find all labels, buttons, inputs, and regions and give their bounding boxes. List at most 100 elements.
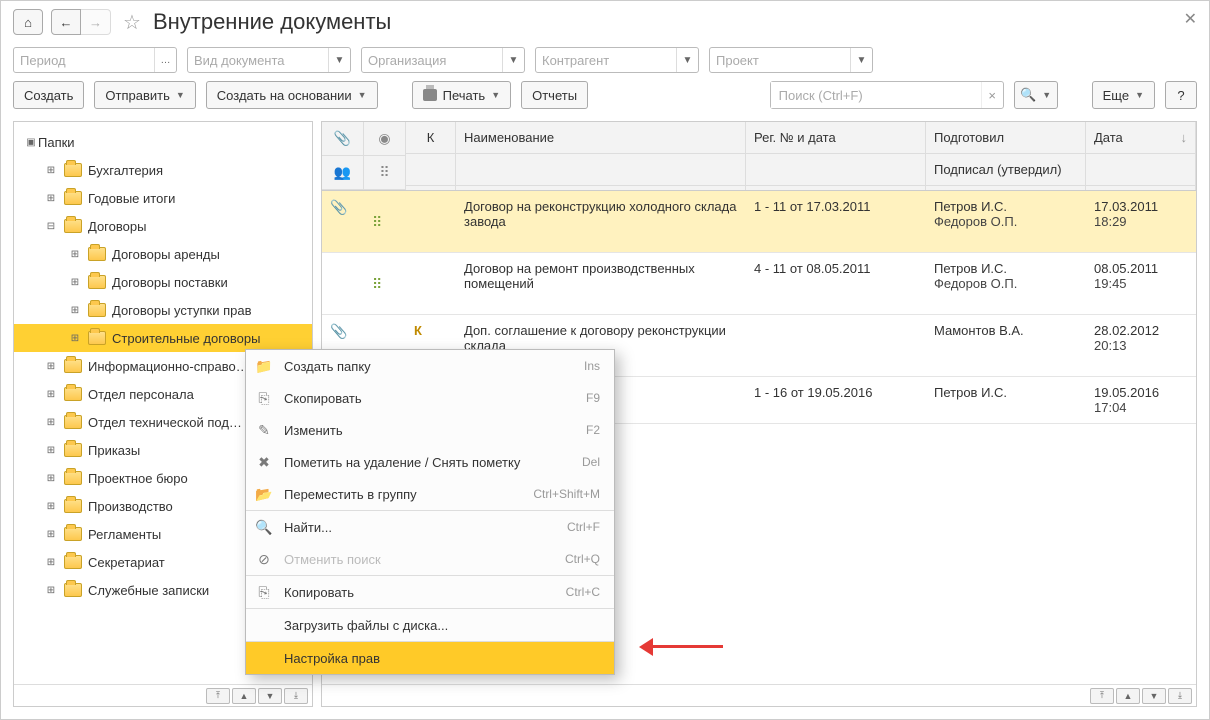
context-menu-item[interactable]: ⎘СкопироватьF9: [246, 382, 614, 414]
back-button[interactable]: ←: [51, 9, 81, 35]
tree-item[interactable]: ⊞Строительные договоры: [14, 324, 312, 352]
chevron-down-icon[interactable]: ▼: [502, 48, 524, 72]
cell-time: 19:45: [1094, 276, 1188, 291]
filter-project[interactable]: ▼: [709, 47, 873, 73]
chevron-down-icon[interactable]: ▼: [676, 48, 698, 72]
search-icon: 🔍: [1020, 87, 1036, 103]
ellipsis-icon[interactable]: …: [154, 48, 176, 72]
scroll-down-icon[interactable]: ▼: [258, 688, 282, 704]
search-input[interactable]: ×: [770, 81, 1004, 109]
folder-icon: [64, 471, 82, 485]
menu-item-shortcut: Del: [582, 455, 600, 469]
scroll-top-icon[interactable]: ⤒: [206, 688, 230, 704]
folder-icon: [64, 359, 82, 373]
context-menu-item[interactable]: 📁Создать папкуIns: [246, 350, 614, 382]
tree-item-label: Отдел технической под…: [88, 415, 242, 430]
tree-item-label: Строительные договоры: [112, 331, 260, 346]
home-button[interactable]: ⌂: [13, 9, 43, 35]
context-menu-item[interactable]: ✖Пометить на удаление / Снять пометкуDel: [246, 446, 614, 478]
scroll-top-icon[interactable]: ⤒: [1090, 688, 1114, 704]
chevron-down-icon[interactable]: ▼: [850, 48, 872, 72]
close-icon[interactable]: ✕: [1184, 9, 1197, 29]
tree-item[interactable]: ⊞Годовые итоги: [14, 184, 312, 212]
menu-item-label: Настройка прав: [284, 651, 600, 666]
context-menu-item[interactable]: Загрузить файлы с диска...: [246, 609, 614, 641]
cell-signed: Федоров О.П.: [934, 214, 1078, 229]
search-button[interactable]: 🔍▼: [1014, 81, 1058, 109]
folder-icon: [64, 443, 82, 457]
column-signed[interactable]: Подписал (утвердил): [926, 154, 1085, 186]
cell-signed: Федоров О.П.: [934, 276, 1078, 291]
star-icon[interactable]: ☆: [123, 10, 141, 35]
reports-button[interactable]: Отчеты: [521, 81, 588, 109]
folder-icon: [64, 583, 82, 597]
print-button[interactable]: Печать▼: [412, 81, 512, 109]
scroll-down-icon[interactable]: ▼: [1142, 688, 1166, 704]
column-prepared[interactable]: Подготовил: [926, 122, 1085, 154]
menu-item-label: Переместить в группу: [284, 487, 533, 502]
filter-counterparty[interactable]: ▼: [535, 47, 699, 73]
folder-icon: [64, 555, 82, 569]
tree-item[interactable]: ⊞Договоры аренды: [14, 240, 312, 268]
column-k[interactable]: К: [406, 122, 455, 154]
create-based-button[interactable]: Создать на основании▼: [206, 81, 378, 109]
printer-icon: [423, 89, 437, 101]
folder-icon: [64, 415, 82, 429]
attachment-icon: 📎: [330, 323, 347, 339]
column-regno[interactable]: Рег. № и дата: [746, 122, 925, 154]
tree-scroll-buttons: ⤒ ▲ ▼ ⤓: [14, 684, 312, 706]
hierarchy-icon: ⠿: [372, 214, 382, 230]
tree-item-label: Регламенты: [88, 527, 161, 542]
menu-item-shortcut: F9: [586, 391, 600, 405]
clear-search-icon[interactable]: ×: [981, 82, 1003, 108]
context-menu-item: ⊘Отменить поискCtrl+Q: [246, 543, 614, 575]
hierarchy-icon: ⠿: [379, 164, 389, 180]
cell-name: Договор на реконструкцию холодного склад…: [464, 199, 738, 229]
scroll-up-icon[interactable]: ▲: [1116, 688, 1140, 704]
tree-item[interactable]: ⊞Договоры поставки: [14, 268, 312, 296]
folder-context-menu: 📁Создать папкуIns⎘СкопироватьF9✎Изменить…: [245, 349, 615, 675]
table-row[interactable]: 📎 ⠿ Договор на реконструкцию холодного с…: [322, 191, 1196, 253]
create-button[interactable]: Создать: [13, 81, 84, 109]
table-row[interactable]: ⠿ Договор на ремонт производственных пом…: [322, 253, 1196, 315]
context-menu-item[interactable]: 🔍Найти...Ctrl+F: [246, 511, 614, 543]
context-menu-item[interactable]: ✎ИзменитьF2: [246, 414, 614, 446]
folder-icon: [88, 303, 106, 317]
column-name[interactable]: Наименование: [456, 122, 745, 154]
tree-root[interactable]: ▣Папки: [14, 128, 312, 156]
tree-item-label: Приказы: [88, 443, 140, 458]
tree-item[interactable]: ⊞Договоры уступки прав: [14, 296, 312, 324]
folder-icon: [64, 163, 82, 177]
chevron-down-icon[interactable]: ▼: [328, 48, 350, 72]
filter-org[interactable]: ▼: [361, 47, 525, 73]
tree-item-label: Проектное бюро: [88, 471, 188, 486]
column-date[interactable]: Дата ↓: [1086, 122, 1195, 154]
cell-regno: 4 - 11 от 08.05.2011: [754, 261, 918, 276]
scroll-bottom-icon[interactable]: ⤓: [284, 688, 308, 704]
help-button[interactable]: ?: [1165, 81, 1197, 109]
context-menu-item[interactable]: 📂Переместить в группуCtrl+Shift+M: [246, 478, 614, 510]
folder-icon: [64, 527, 82, 541]
tree-item-label: Отдел персонала: [88, 387, 194, 402]
tree-item[interactable]: ⊟Договоры: [14, 212, 312, 240]
cell-date: 17.03.2011: [1094, 199, 1188, 214]
scroll-bottom-icon[interactable]: ⤓: [1168, 688, 1192, 704]
filter-period[interactable]: …: [13, 47, 177, 73]
forward-button[interactable]: →: [81, 9, 111, 35]
tree-item-label: Бухгалтерия: [88, 163, 163, 178]
scroll-up-icon[interactable]: ▲: [232, 688, 256, 704]
menu-item-label: Отменить поиск: [284, 552, 565, 567]
context-menu-item[interactable]: Настройка прав: [246, 642, 614, 674]
menu-item-label: Пометить на удаление / Снять пометку: [284, 455, 582, 470]
context-menu-item[interactable]: ⎘КопироватьCtrl+C: [246, 576, 614, 608]
more-button[interactable]: Еще▼: [1092, 81, 1155, 109]
cell-date: 19.05.2016: [1094, 385, 1188, 400]
tree-item-label: Договоры аренды: [112, 247, 220, 262]
tree-item-label: Договоры уступки прав: [112, 303, 252, 318]
send-button[interactable]: Отправить▼: [94, 81, 195, 109]
menu-item-icon: ⊘: [254, 551, 274, 568]
filter-doctype[interactable]: ▼: [187, 47, 351, 73]
menu-item-icon: 📁: [254, 358, 274, 375]
menu-item-icon: ⎘: [254, 584, 274, 601]
tree-item[interactable]: ⊞Бухгалтерия: [14, 156, 312, 184]
